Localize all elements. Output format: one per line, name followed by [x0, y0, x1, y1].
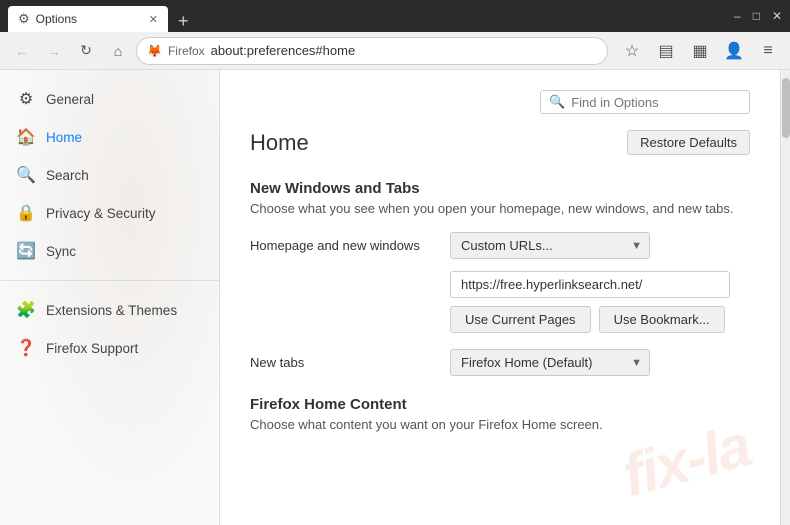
new-tabs-dropdown[interactable]: Firefox Home (Default) [450, 349, 650, 376]
reload-button[interactable]: ↻ [72, 37, 100, 65]
home-icon: 🏠 [16, 127, 36, 147]
homepage-label: Homepage and new windows [250, 238, 450, 253]
minimize-button[interactable]: – [734, 9, 741, 23]
sidebar-item-search[interactable]: 🔍 Search [0, 156, 219, 194]
support-icon: ❓ [16, 338, 36, 358]
homepage-url-input[interactable] [450, 271, 730, 298]
sidebar: ⚙ General 🏠 Home 🔍 Search 🔒 Privacy & Se… [0, 70, 220, 525]
sidebar-item-home[interactable]: 🏠 Home [0, 118, 219, 156]
page-title: Home [250, 130, 309, 156]
close-window-button[interactable]: ✕ [772, 9, 782, 23]
address-brand: Firefox [168, 44, 205, 58]
sidebar-label-home: Home [46, 130, 82, 145]
sync-icon: 🔄 [16, 241, 36, 261]
back-button[interactable]: ← [8, 37, 36, 65]
sidebar-button[interactable]: ▦ [686, 37, 714, 65]
sidebar-item-general[interactable]: ⚙ General [0, 80, 219, 118]
find-options-input[interactable] [571, 95, 741, 110]
sidebar-label-privacy: Privacy & Security [46, 206, 156, 221]
toolbar-actions: ☆ ▤ ▦ 👤 ≡ [618, 37, 782, 65]
tab-label: Options [36, 12, 77, 26]
window-controls: – □ ✕ [734, 9, 782, 23]
address-url: about:preferences#home [211, 43, 356, 58]
extensions-icon: 🧩 [16, 300, 36, 320]
new-tabs-dropdown-wrap[interactable]: Firefox Home (Default) ▼ [450, 349, 650, 376]
section2-desc: Choose what content you want on your Fir… [250, 417, 750, 432]
use-current-pages-button[interactable]: Use Current Pages [450, 306, 591, 333]
scrollbar-thumb[interactable] [782, 78, 790, 138]
titlebar: ⚙ Options ✕ + – □ ✕ [0, 0, 790, 32]
scrollbar[interactable] [780, 70, 790, 525]
sidebar-label-extensions: Extensions & Themes [46, 303, 177, 318]
library-button[interactable]: ▤ [652, 37, 680, 65]
homepage-button-row: Use Current Pages Use Bookmark... [450, 306, 750, 333]
new-tab-button[interactable]: + [172, 11, 195, 32]
sidebar-label-sync: Sync [46, 244, 76, 259]
bookmark-button[interactable]: ☆ [618, 37, 646, 65]
search-icon: 🔍 [16, 165, 36, 185]
homepage-dropdown[interactable]: Custom URLs... [450, 232, 650, 259]
find-options-input-wrap[interactable]: 🔍 [540, 90, 750, 114]
content-area: ⚙ General 🏠 Home 🔍 Search 🔒 Privacy & Se… [0, 70, 790, 525]
new-tabs-setting-row: New tabs Firefox Home (Default) ▼ [250, 349, 750, 376]
maximize-button[interactable]: □ [753, 9, 760, 23]
address-bar[interactable]: 🦊 Firefox about:preferences#home [136, 37, 608, 65]
sidebar-label-search: Search [46, 168, 89, 183]
privacy-icon: 🔒 [16, 203, 36, 223]
sidebar-label-general: General [46, 92, 94, 107]
menu-button[interactable]: ≡ [754, 37, 782, 65]
sidebar-item-sync[interactable]: 🔄 Sync [0, 232, 219, 270]
account-button[interactable]: 👤 [720, 37, 748, 65]
general-icon: ⚙ [16, 89, 36, 109]
restore-defaults-button[interactable]: Restore Defaults [627, 130, 750, 155]
toolbar: ← → ↻ ⌂ 🦊 Firefox about:preferences#home… [0, 32, 790, 70]
section1-title: New Windows and Tabs [250, 180, 750, 197]
titlebar-tabs: ⚙ Options ✕ + [8, 0, 734, 32]
active-tab[interactable]: ⚙ Options ✕ [8, 6, 168, 32]
find-search-icon: 🔍 [549, 94, 565, 110]
forward-button[interactable]: → [40, 37, 68, 65]
use-bookmark-button[interactable]: Use Bookmark... [599, 306, 725, 333]
homepage-setting-row: Homepage and new windows Custom URLs... … [250, 232, 750, 259]
sidebar-item-support[interactable]: ❓ Firefox Support [0, 329, 219, 367]
find-options-bar: 🔍 [250, 90, 750, 114]
section1-desc: Choose what you see when you open your h… [250, 201, 750, 216]
home-button[interactable]: ⌂ [104, 37, 132, 65]
tab-icon: ⚙ [18, 11, 30, 27]
main-panel: 🔍 Home Restore Defaults New Windows and … [220, 70, 780, 525]
sidebar-item-extensions[interactable]: 🧩 Extensions & Themes [0, 291, 219, 329]
browser-icon: 🦊 [147, 44, 162, 58]
sidebar-label-support: Firefox Support [46, 341, 138, 356]
new-tabs-label: New tabs [250, 355, 450, 370]
homepage-dropdown-wrap[interactable]: Custom URLs... ▼ [450, 232, 650, 259]
tab-close-button[interactable]: ✕ [149, 13, 158, 26]
section2-title: Firefox Home Content [250, 396, 750, 413]
sidebar-item-privacy[interactable]: 🔒 Privacy & Security [0, 194, 219, 232]
